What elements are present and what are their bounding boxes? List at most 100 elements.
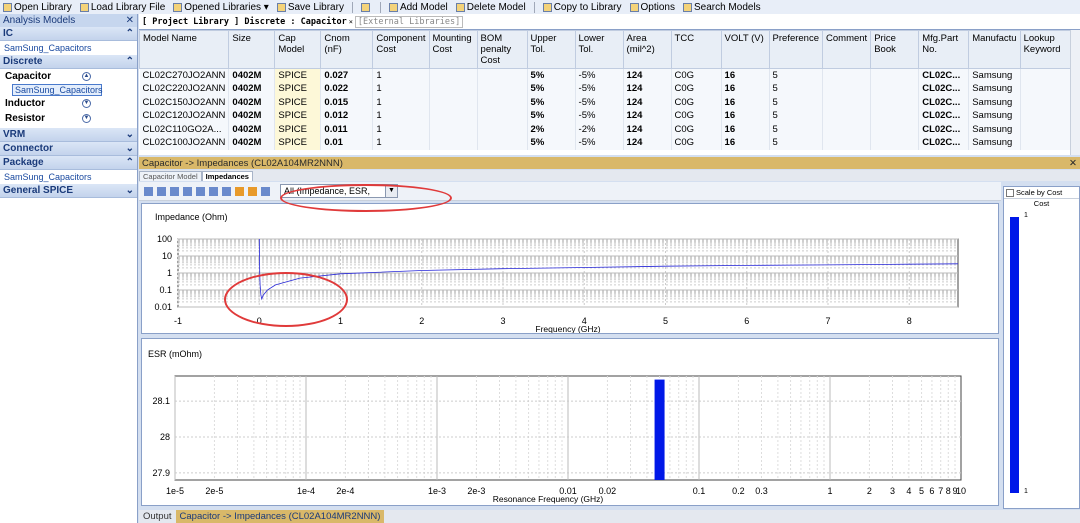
table-cell[interactable]: 0.011 — [320, 122, 374, 136]
group-discrete[interactable]: Discrete ⌃ — [0, 55, 137, 69]
table-cell[interactable]: 5% — [527, 95, 576, 109]
column-header[interactable]: Upper Tol. — [526, 30, 576, 69]
toolbar-button-9[interactable]: Search Models — [682, 2, 761, 13]
table-cell[interactable]: 16 — [721, 109, 770, 123]
table-cell[interactable]: CL02C... — [918, 68, 970, 82]
table-cell[interactable] — [429, 68, 478, 82]
table-cell[interactable] — [870, 109, 920, 123]
table-cell[interactable]: C0G — [671, 136, 722, 150]
fit-icon[interactable] — [261, 186, 270, 196]
table-cell[interactable]: 0.022 — [320, 82, 374, 96]
table-cell[interactable]: 5 — [769, 68, 824, 82]
table-cell[interactable]: CL02C... — [918, 136, 970, 150]
table-cell[interactable]: Samsung — [968, 136, 1021, 150]
resistor-item[interactable]: Resistor ▼ — [0, 111, 137, 126]
table-cell[interactable]: 1 — [372, 82, 430, 96]
table-cell[interactable]: -5% — [575, 68, 624, 82]
table-cell[interactable] — [1020, 109, 1073, 123]
hand-icon[interactable] — [196, 186, 205, 196]
group-package[interactable]: Package ⌃ — [0, 156, 137, 170]
table-cell[interactable]: Samsung — [968, 122, 1021, 136]
tab-external-libraries[interactable]: [External Libraries] — [354, 15, 464, 28]
column-header[interactable]: Lower Tol. — [574, 30, 624, 69]
table-cell[interactable]: -5% — [575, 82, 624, 96]
table-cell[interactable] — [429, 95, 478, 109]
column-header[interactable]: BOM penalty Cost — [476, 30, 528, 69]
collapse-icon[interactable]: ⌃ — [126, 28, 134, 39]
table-cell[interactable]: 124 — [623, 68, 672, 82]
toolbar-button-2[interactable]: Opened Libraries ▾ — [173, 2, 269, 13]
table-cell[interactable]: 5% — [527, 82, 576, 96]
table-cell[interactable]: SPICE — [274, 109, 322, 123]
table-cell[interactable]: Samsung — [968, 68, 1021, 82]
table-cell[interactable] — [822, 109, 872, 123]
table-cell[interactable]: 5 — [769, 136, 824, 150]
table-cell[interactable]: -5% — [575, 136, 624, 150]
table-cell[interactable] — [1020, 122, 1073, 136]
column-header[interactable]: Component Cost — [372, 30, 430, 69]
table-cell[interactable]: CL02C220JO2ANN — [139, 82, 230, 96]
table-cell[interactable] — [429, 136, 478, 150]
expand-circle-icon[interactable]: ▼ — [82, 114, 91, 123]
close-tab-icon[interactable]: × — [349, 18, 353, 26]
table-cell[interactable]: 124 — [623, 136, 672, 150]
table-cell[interactable]: 0.012 — [320, 109, 374, 123]
table-cell[interactable]: CL02C... — [918, 122, 970, 136]
table-cell[interactable]: 0402M — [228, 95, 276, 109]
table-cell[interactable] — [870, 68, 920, 82]
toolbar-button-0[interactable]: Open Library — [3, 2, 72, 13]
table-cell[interactable]: 5% — [527, 109, 576, 123]
table-cell[interactable]: CL02C... — [918, 82, 970, 96]
table-cell[interactable]: SPICE — [274, 95, 322, 109]
copy-icon[interactable] — [209, 186, 218, 196]
column-header[interactable]: Cnom (nF) — [320, 30, 374, 69]
group-general-spice[interactable]: General SPICE ⌄ — [0, 184, 137, 198]
column-header[interactable]: Area (mil^2) — [622, 30, 672, 69]
close-icon[interactable]: ✕ — [126, 15, 134, 26]
column-header[interactable]: Comment — [822, 30, 872, 69]
collapse-circle-icon[interactable]: ▲ — [82, 72, 91, 81]
table-row[interactable]: CL02C120JO2ANN 0402M SPICE 0.012 1 5% -5% 124 C0… — [139, 109, 1073, 123]
table-cell[interactable]: 5 — [769, 122, 824, 136]
table-cell[interactable]: 1 — [372, 109, 430, 123]
collapse-icon[interactable]: ⌄ — [126, 185, 134, 196]
toolbar-button-6[interactable]: Delete Model — [455, 2, 526, 13]
expand-circle-icon[interactable]: ▼ — [82, 99, 91, 108]
table-cell[interactable]: 1 — [372, 95, 430, 109]
scale-checkbox[interactable] — [1006, 188, 1014, 197]
table-cell[interactable] — [870, 82, 920, 96]
table-cell[interactable]: SPICE — [274, 82, 322, 96]
table-cell[interactable]: 16 — [721, 68, 770, 82]
table-cell[interactable]: SPICE — [274, 136, 322, 150]
table-cell[interactable]: C0G — [671, 109, 722, 123]
toolbar-button-8[interactable]: Options — [629, 2, 675, 13]
table-cell[interactable]: 5 — [769, 95, 824, 109]
table-cell[interactable] — [870, 122, 920, 136]
table-cell[interactable]: 16 — [721, 95, 770, 109]
scale-by-cost[interactable]: Scale by Cost — [1004, 187, 1079, 199]
table-cell[interactable]: 0.027 — [320, 68, 374, 82]
table-cell[interactable] — [477, 68, 528, 82]
pan-horizontal-icon[interactable] — [144, 186, 153, 196]
table-cell[interactable]: 1 — [372, 122, 430, 136]
table-cell[interactable]: 124 — [623, 82, 672, 96]
table-cell[interactable]: 0.015 — [320, 95, 374, 109]
table-cell[interactable] — [870, 136, 920, 150]
select-icon[interactable] — [248, 186, 257, 196]
table-cell[interactable] — [822, 122, 872, 136]
package-library-link[interactable]: SamSung_Capacitors — [0, 170, 137, 184]
table-cell[interactable]: -5% — [575, 109, 624, 123]
capacitor-library-link[interactable]: SamSung_Capacitors — [12, 84, 103, 96]
table-cell[interactable] — [1020, 82, 1073, 96]
table-cell[interactable]: 5% — [527, 68, 576, 82]
table-cell[interactable]: C0G — [671, 122, 722, 136]
table-cell[interactable]: 5 — [769, 82, 824, 96]
table-cell[interactable]: Samsung — [968, 82, 1021, 96]
table-cell[interactable]: 124 — [623, 122, 672, 136]
table-cell[interactable]: 124 — [623, 95, 672, 109]
table-cell[interactable]: 0402M — [228, 82, 276, 96]
grid-icon[interactable] — [235, 186, 244, 196]
table-cell[interactable]: 5 — [769, 109, 824, 123]
table-cell[interactable]: CL02C270JO2ANN — [139, 68, 230, 82]
inductor-item[interactable]: Inductor ▼ — [0, 96, 137, 111]
